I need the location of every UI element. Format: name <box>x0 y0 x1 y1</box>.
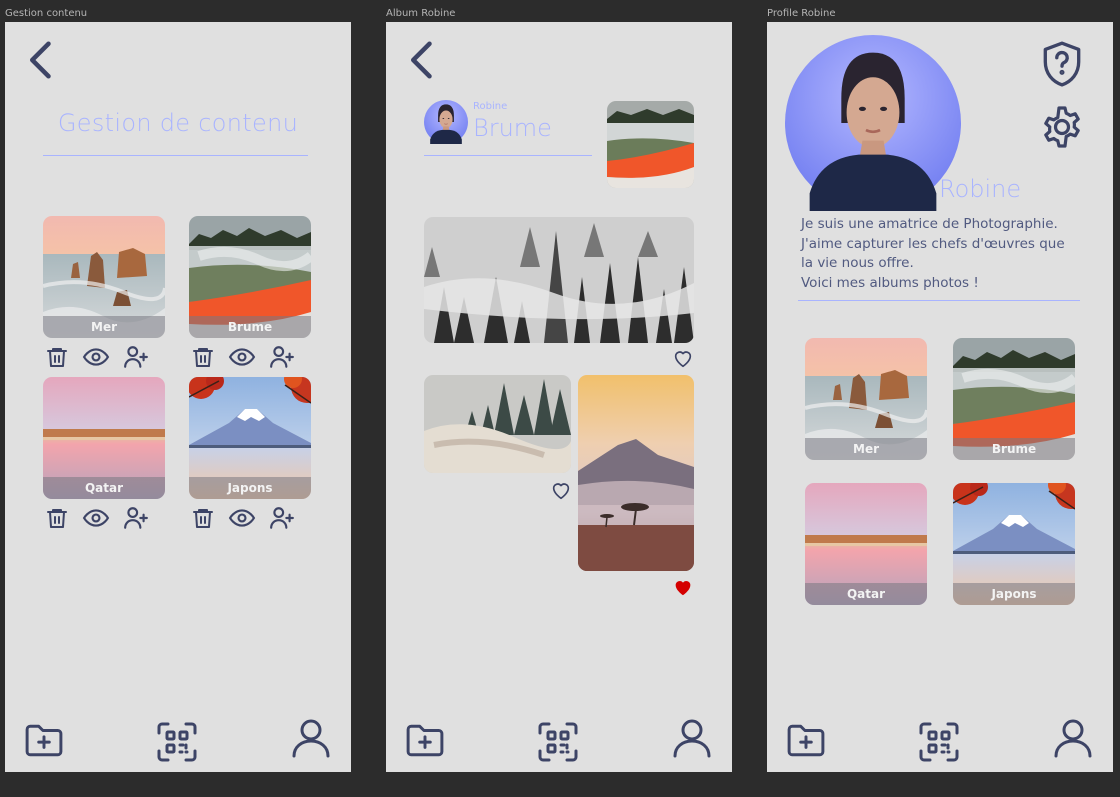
bio-divider <box>798 300 1080 301</box>
album-actions-qatar <box>45 505 149 531</box>
screen-album-robine: Robine Brume <box>386 22 732 772</box>
album-actions-japons <box>191 505 295 531</box>
album-card-qatar[interactable]: Qatar <box>43 377 165 499</box>
user-icon[interactable] <box>291 718 331 758</box>
trash-icon[interactable] <box>45 505 69 531</box>
album-card-mer[interactable]: Mer <box>805 338 927 460</box>
user-icon[interactable] <box>672 718 712 758</box>
album-title: Brume <box>473 114 552 142</box>
album-cover-photo[interactable] <box>607 101 694 188</box>
qr-scan-icon[interactable] <box>157 722 197 762</box>
bio-line: la vie nous offre. <box>801 255 914 271</box>
back-arrow-icon[interactable] <box>25 40 57 80</box>
photo <box>578 375 694 571</box>
album-owner-name[interactable]: Robine <box>473 101 507 112</box>
user-icon[interactable] <box>1053 718 1093 758</box>
album-label: Qatar <box>805 583 927 605</box>
like-heart-icon[interactable] <box>672 347 694 369</box>
screen-gestion-contenu: Gestion de contenu Mer Brume Qatar Japon… <box>5 22 351 772</box>
user-plus-icon[interactable] <box>269 505 295 531</box>
photo <box>424 375 571 473</box>
album-label: Brume <box>953 438 1075 460</box>
title-divider <box>43 155 308 156</box>
album-actions-brume <box>191 344 295 370</box>
album-label: Mer <box>805 438 927 460</box>
back-arrow-icon[interactable] <box>406 40 438 80</box>
user-plus-icon[interactable] <box>123 344 149 370</box>
page-title: Gestion de contenu <box>57 109 299 137</box>
trash-icon[interactable] <box>191 505 215 531</box>
album-label: Brume <box>189 316 311 338</box>
frame-label-album: Album Robine <box>386 8 456 19</box>
folder-plus-icon[interactable] <box>25 722 63 758</box>
eye-icon[interactable] <box>227 505 257 531</box>
bio-line: Voici mes albums photos ! <box>801 274 979 291</box>
frame-label-profile: Profile Robine <box>767 8 836 19</box>
album-card-brume[interactable]: Brume <box>953 338 1075 460</box>
album-card-brume[interactable]: Brume <box>189 216 311 338</box>
qr-scan-icon[interactable] <box>538 722 578 762</box>
bio-line: Je suis une amatrice de Photographie. <box>801 216 1058 232</box>
liked-heart-icon[interactable] <box>672 576 694 598</box>
screen-profile-robine: Robine Je suis une amatrice de Photograp… <box>767 22 1113 772</box>
eye-icon[interactable] <box>81 344 111 370</box>
folder-plus-icon[interactable] <box>406 722 444 758</box>
shield-question-icon[interactable] <box>1041 40 1083 88</box>
avatar[interactable] <box>424 100 468 144</box>
user-plus-icon[interactable] <box>269 344 295 370</box>
album-label: Mer <box>43 316 165 338</box>
profile-name: Robine <box>939 175 1022 203</box>
album-label: Japons <box>953 583 1075 605</box>
photo-savanna[interactable] <box>578 375 694 571</box>
photo-foggy-forest[interactable] <box>424 217 694 343</box>
album-card-mer[interactable]: Mer <box>43 216 165 338</box>
photo <box>424 217 694 343</box>
album-card-japons[interactable]: Japons <box>953 483 1075 605</box>
photo-misty-pines[interactable] <box>424 375 571 473</box>
trash-icon[interactable] <box>191 344 215 370</box>
album-actions-mer <box>45 344 149 370</box>
album-label: Qatar <box>43 477 165 499</box>
gear-icon[interactable] <box>1040 105 1084 149</box>
album-label: Japons <box>189 477 311 499</box>
folder-plus-icon[interactable] <box>787 722 825 758</box>
like-heart-icon[interactable] <box>550 479 572 501</box>
bio-line: J'aime capturer les chefs d'œuvres que <box>801 235 1065 252</box>
photo <box>607 101 694 188</box>
album-card-qatar[interactable]: Qatar <box>805 483 927 605</box>
album-card-japons[interactable]: Japons <box>189 377 311 499</box>
qr-scan-icon[interactable] <box>919 722 959 762</box>
user-plus-icon[interactable] <box>123 505 149 531</box>
trash-icon[interactable] <box>45 344 69 370</box>
eye-icon[interactable] <box>227 344 257 370</box>
profile-avatar[interactable] <box>785 35 961 211</box>
frame-label-gestion: Gestion contenu <box>5 8 88 19</box>
title-divider <box>424 155 592 156</box>
eye-icon[interactable] <box>81 505 111 531</box>
profile-bio: Je suis une amatrice de Photographie. J'… <box>801 215 1091 293</box>
